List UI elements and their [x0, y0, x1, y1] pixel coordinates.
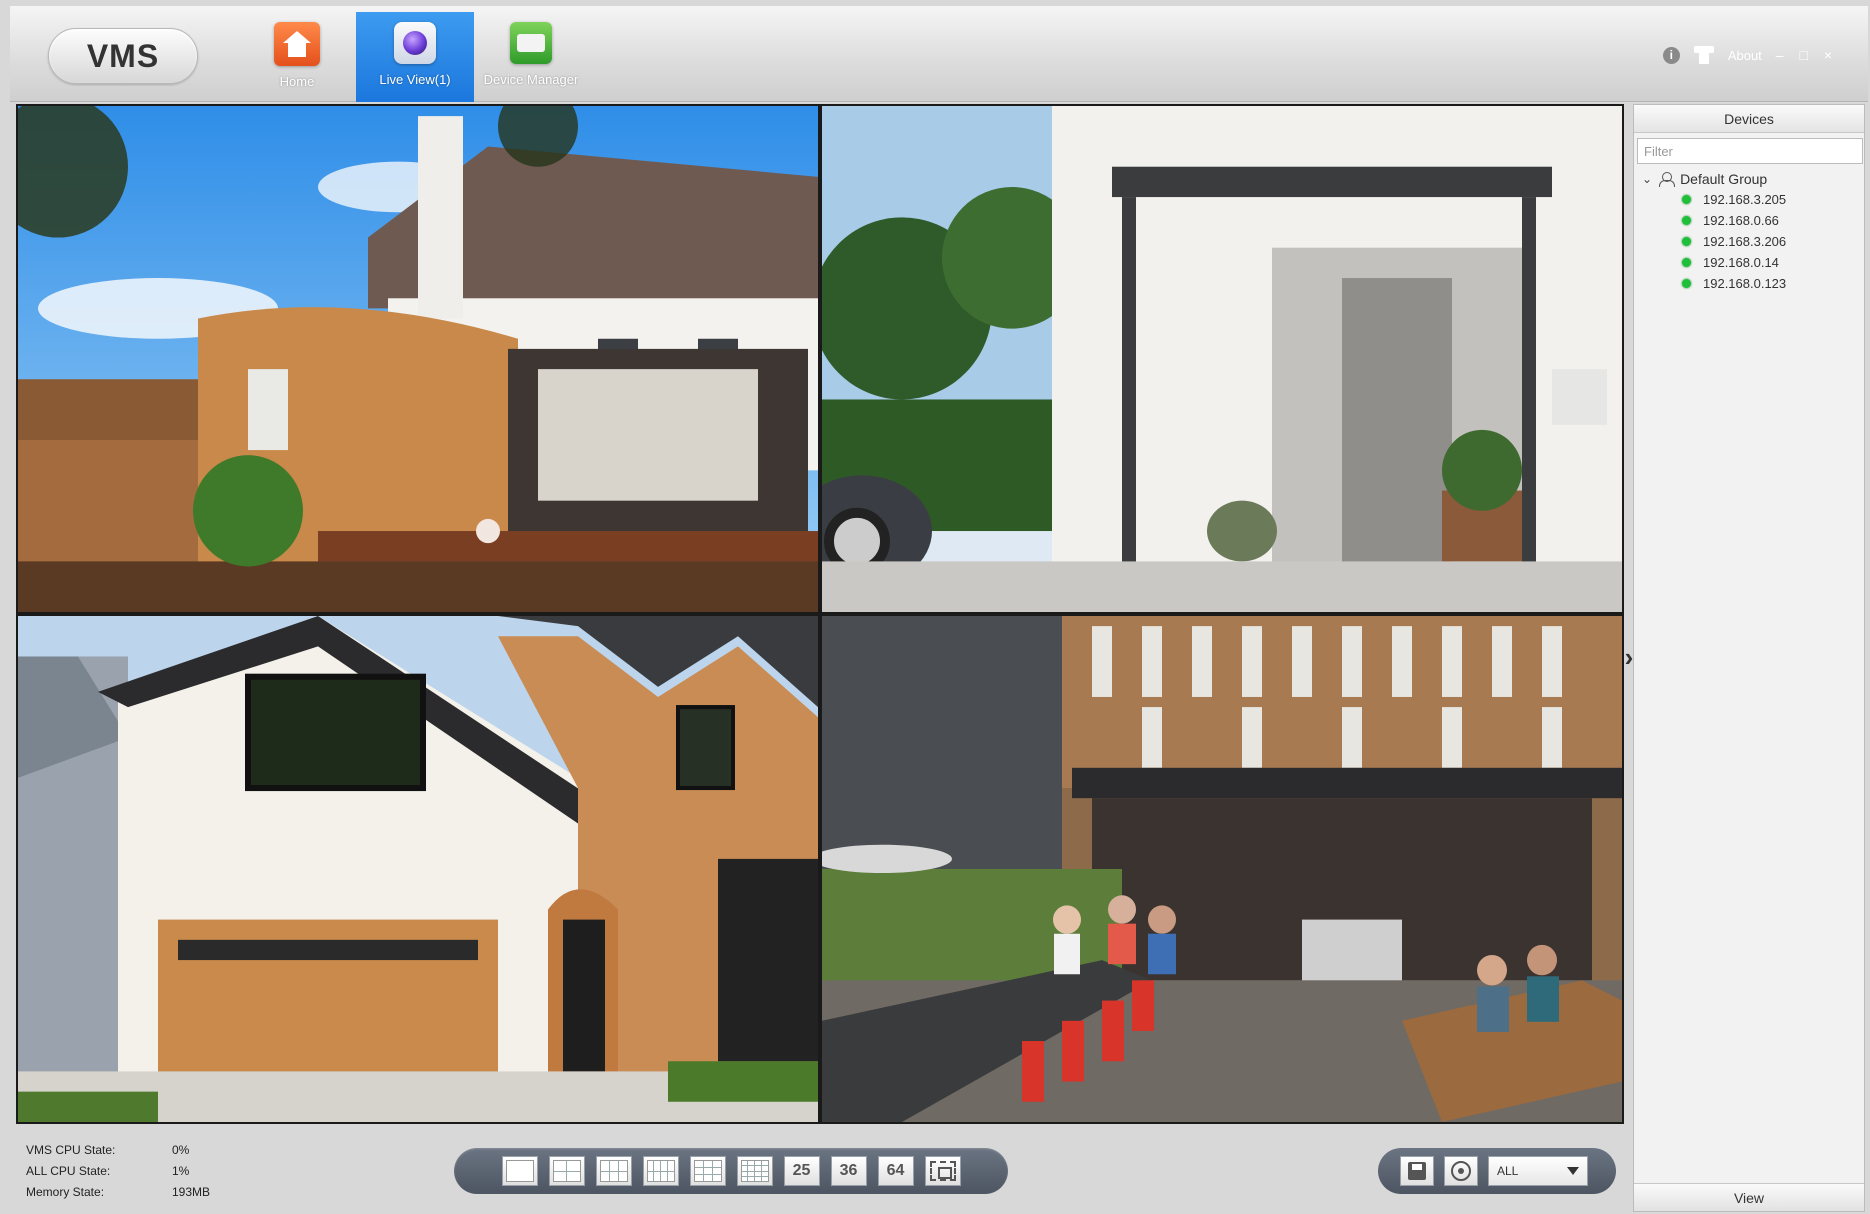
layout-36-button[interactable]: 36 [830, 1156, 867, 1186]
layout-9-icon [693, 1160, 722, 1182]
save-icon [1408, 1162, 1426, 1180]
memory-value: 193MB [172, 1185, 211, 1199]
online-status-icon [1682, 216, 1691, 225]
camera-feed-2-image [822, 106, 1622, 612]
layout-8-button[interactable] [642, 1156, 679, 1186]
layout-64-button[interactable]: 64 [877, 1156, 914, 1186]
layout-16-icon [740, 1160, 769, 1182]
expand-caret-icon[interactable]: ⌄ [1642, 172, 1652, 186]
online-status-icon [1682, 237, 1691, 246]
nav-device-manager-label: Device Manager [483, 72, 579, 87]
save-button[interactable] [1400, 1156, 1434, 1186]
view-tab[interactable]: View [1634, 1183, 1864, 1211]
camera-feed-1-image [18, 106, 818, 612]
nav-live-view-label: Live View(1) [379, 72, 451, 87]
record-icon [1451, 1161, 1471, 1181]
system-status: VMS CPU State: 0% ALL CPU State: 1% Memo… [26, 1140, 210, 1203]
device-item[interactable]: 192.168.3.206 [1634, 231, 1864, 252]
memory-row: Memory State: 193MB [26, 1182, 210, 1203]
all-cpu-value: 1% [172, 1164, 190, 1178]
skin-icon[interactable] [1693, 46, 1714, 64]
device-ip: 192.168.3.205 [1703, 192, 1787, 207]
camera-feed-3[interactable] [18, 616, 818, 1122]
about-link[interactable]: About [1728, 48, 1762, 63]
device-ip: 192.168.3.206 [1703, 234, 1787, 249]
devices-panel: Devices ⌄ Default Group 192.168.3.205 19… [1633, 104, 1865, 1212]
all-cpu-row: ALL CPU State: 1% [26, 1161, 210, 1182]
layout-6-icon [599, 1160, 628, 1182]
stream-toolbar: ALL [1378, 1148, 1616, 1194]
memory-label: Memory State: [26, 1185, 105, 1199]
nav-home-label: Home [279, 74, 315, 89]
camera-feed-1[interactable] [18, 106, 818, 612]
device-item[interactable]: 192.168.0.123 [1634, 273, 1864, 294]
camera-feed-3-image [18, 616, 818, 1122]
dropdown-arrow-icon [1567, 1167, 1579, 1175]
vms-cpu-row: VMS CPU State: 0% [26, 1140, 210, 1161]
record-button[interactable] [1444, 1156, 1478, 1186]
window-controls[interactable]: – □ × [1776, 47, 1838, 63]
group-icon [1658, 171, 1676, 187]
device-ip: 192.168.0.66 [1703, 213, 1779, 228]
layout-16-button[interactable] [736, 1156, 773, 1186]
top-right-controls: i About – □ × [1662, 46, 1838, 64]
nav-home[interactable]: Home [238, 12, 356, 102]
device-filter-input[interactable] [1637, 138, 1863, 164]
layout-1-button[interactable] [501, 1156, 538, 1186]
device-ip: 192.168.0.14 [1703, 255, 1779, 270]
device-manager-icon [510, 22, 552, 64]
camera-feed-4-image [822, 616, 1622, 1122]
layout-4-button[interactable] [548, 1156, 585, 1186]
layout-toolbar: 25 36 64 [454, 1148, 1008, 1194]
nav-live-view[interactable]: Live View(1) [356, 12, 474, 102]
home-icon [274, 22, 320, 66]
layout-25-button[interactable]: 25 [783, 1156, 820, 1186]
device-item[interactable]: 192.168.3.205 [1634, 189, 1864, 210]
layout-8-icon [646, 1160, 675, 1182]
fullscreen-icon [929, 1161, 956, 1181]
device-group-default[interactable]: ⌄ Default Group [1634, 169, 1864, 189]
vms-cpu-label: VMS CPU State: [26, 1143, 116, 1157]
vms-cpu-value: 0% [172, 1143, 190, 1157]
stream-select-value: ALL [1497, 1164, 1519, 1178]
layout-6-button[interactable] [595, 1156, 632, 1186]
layout-4-icon [552, 1160, 581, 1182]
device-group-label: Default Group [1680, 171, 1768, 187]
online-status-icon [1682, 195, 1691, 204]
online-status-icon [1682, 279, 1691, 288]
info-icon[interactable]: i [1662, 46, 1680, 64]
camera-feed-2[interactable] [822, 106, 1622, 612]
devices-header: Devices [1634, 105, 1864, 133]
device-item[interactable]: 192.168.0.66 [1634, 210, 1864, 231]
fullscreen-button[interactable] [924, 1156, 961, 1186]
all-cpu-label: ALL CPU State: [26, 1164, 111, 1178]
live-view-grid [16, 104, 1624, 1124]
stream-select[interactable]: ALL [1488, 1156, 1588, 1186]
nav-device-manager[interactable]: Device Manager [472, 12, 590, 102]
vms-logo: VMS [48, 28, 198, 84]
camera-feed-4[interactable] [822, 616, 1622, 1122]
live-view-icon [394, 22, 436, 64]
title-bar: VMS Home Live View(1) Device Manager i A… [10, 6, 1868, 102]
layout-9-button[interactable] [689, 1156, 726, 1186]
online-status-icon [1682, 258, 1691, 267]
device-item[interactable]: 192.168.0.14 [1634, 252, 1864, 273]
device-ip: 192.168.0.123 [1703, 276, 1787, 291]
layout-1-icon [505, 1160, 534, 1182]
